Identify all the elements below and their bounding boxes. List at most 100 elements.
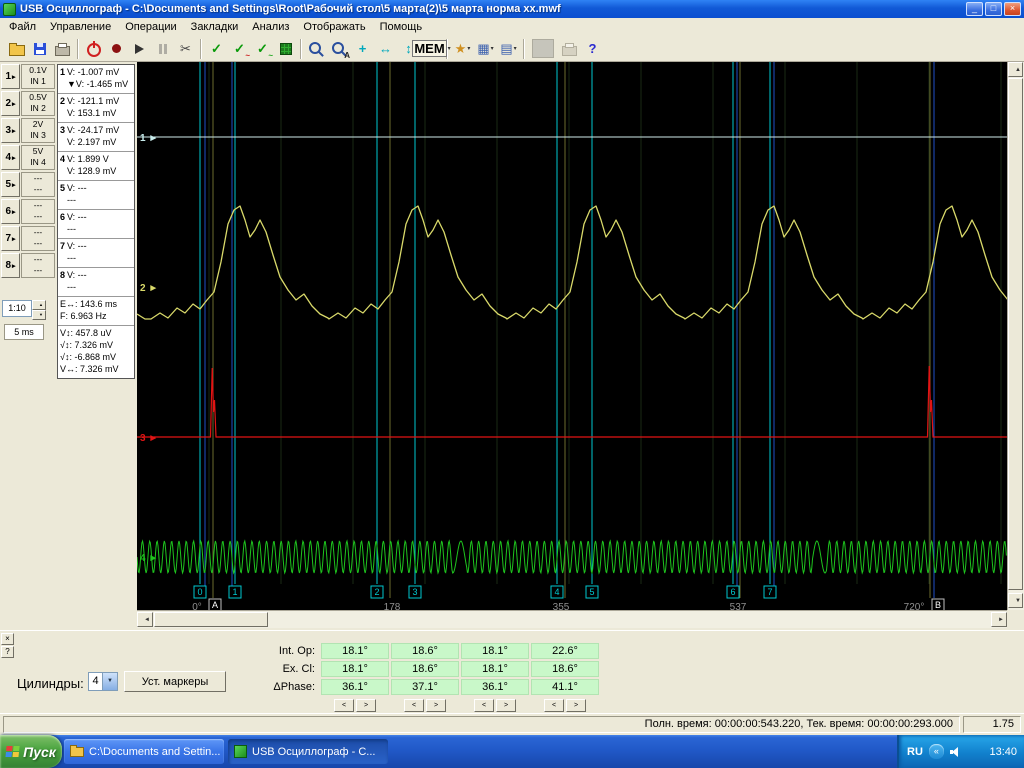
channel-number: 2	[5, 98, 11, 109]
scale-spinner[interactable]: 1:10 ▲ ▼	[2, 300, 44, 317]
menu-bookmarks[interactable]: Закладки	[184, 19, 246, 35]
marker-cross-button[interactable]: +	[351, 38, 374, 60]
channel-zero-marker-1[interactable]: 1 ►	[140, 133, 158, 144]
panel-help-button[interactable]: ?	[1, 646, 14, 658]
timebase-value[interactable]: 5 ms	[4, 324, 44, 340]
marker-horizontal-button[interactable]: ↔	[374, 38, 397, 60]
channel-5-button[interactable]: 5▸	[1, 172, 20, 197]
channel-zero-marker-3[interactable]: 3 ►	[140, 433, 158, 444]
cylinders-label: Цилиндры:	[17, 676, 84, 691]
taskbar-button-oscilloscope-window[interactable]: USB Осциллограф - C...	[228, 739, 388, 764]
scale-spin-arrows: ▲ ▼	[32, 300, 44, 317]
cylinders-select[interactable]: 4 ▼	[88, 672, 118, 691]
power-button[interactable]	[82, 38, 105, 60]
language-indicator[interactable]: RU	[907, 746, 923, 758]
channel-3-range[interactable]: 2VIN 3	[21, 118, 55, 143]
report-star-dropdown-arrow[interactable]: ▾	[467, 45, 470, 52]
chart-green-button[interactable]	[274, 38, 297, 60]
nav-prev-button-1[interactable]: <	[334, 699, 354, 712]
period-frequency-measure: E↔: 143.6 msF: 6.963 Hz	[58, 297, 134, 326]
nav-prev-button-4[interactable]: <	[544, 699, 564, 712]
channel-7-button[interactable]: 7▸	[1, 226, 20, 251]
start-button[interactable]: Пуск	[0, 735, 62, 768]
open-button[interactable]	[5, 38, 28, 60]
oscilloscope-plot[interactable]: 01234567AB0°178355537720°1 ►2 ►3 ►4 ►	[137, 62, 1007, 610]
scroll-left-icon[interactable]: ◄	[137, 612, 153, 627]
channel-row-5: 5▸------	[1, 172, 57, 199]
channel-2-button[interactable]: 2▸	[1, 91, 20, 116]
save-button[interactable]	[28, 38, 51, 60]
verify-wave-button[interactable]: ✓~	[251, 38, 274, 60]
horizontal-scroll-thumb[interactable]	[154, 612, 268, 627]
channel-4-button[interactable]: 4▸	[1, 145, 20, 170]
verify-signal-button[interactable]: ✓~	[228, 38, 251, 60]
channel-zero-marker-2[interactable]: 2 ►	[140, 283, 158, 294]
channel-8-range[interactable]: ------	[21, 253, 55, 278]
minimize-button[interactable]: _	[966, 2, 983, 16]
cut-button[interactable]: ✂	[174, 38, 197, 60]
menu-help[interactable]: Помощь	[373, 19, 430, 35]
vertical-scrollbar[interactable]: ▲ ▼	[1007, 62, 1024, 610]
scale-value[interactable]: 1:10	[2, 300, 32, 317]
scroll-down-icon[interactable]: ▼	[1008, 593, 1023, 608]
nav-prev-button-3[interactable]: <	[474, 699, 494, 712]
scroll-up-icon[interactable]: ▲	[1008, 62, 1023, 77]
measure-value1: V: 1.899 V	[67, 154, 109, 164]
channel-3-button[interactable]: 3▸	[1, 118, 20, 143]
report-star-button[interactable]: ★▾	[451, 38, 474, 60]
panel-close-button[interactable]: ×	[1, 633, 14, 645]
menu-display[interactable]: Отображать	[296, 19, 372, 35]
channel-1-range[interactable]: 0.1VIN 1	[21, 64, 55, 89]
zoom-button[interactable]	[305, 38, 328, 60]
taskbar-button-explorer-window[interactable]: C:\Documents and Settin...	[64, 739, 224, 764]
print-button[interactable]	[51, 38, 74, 60]
record-button[interactable]	[105, 38, 128, 60]
set-markers-button[interactable]: Уст. маркеры	[124, 671, 226, 692]
menu-analysis[interactable]: Анализ	[245, 19, 296, 35]
memory-button[interactable]: MEM▾	[420, 38, 443, 60]
zoom-text-button[interactable]: A	[328, 38, 351, 60]
nav-prev-button-2[interactable]: <	[404, 699, 424, 712]
measure-channel-number: 8	[60, 270, 65, 280]
menu-control[interactable]: Управление	[43, 19, 118, 35]
tray-chevron-button[interactable]: «	[929, 744, 944, 759]
horizontal-scrollbar[interactable]: ◄ ►	[137, 610, 1007, 628]
verify-button[interactable]: ✓	[205, 38, 228, 60]
oscilloscope-canvas[interactable]: 01234567AB0°178355537720°1 ►2 ►3 ►4 ►	[137, 62, 1007, 610]
channel-arrow-icon: ▸	[12, 127, 16, 135]
maximize-button[interactable]: □	[985, 2, 1002, 16]
help-button[interactable]: ?	[581, 38, 604, 60]
channel-2-range[interactable]: 0.5VIN 2	[21, 91, 55, 116]
volume-icon[interactable]	[950, 747, 961, 757]
view-table-button[interactable]: ▤▾	[497, 38, 520, 60]
phase-analysis-panel: × ? Цилиндры: 4 ▼ Уст. маркеры Int. Op:1…	[0, 630, 1024, 714]
nav-next-button-3[interactable]: >	[496, 699, 516, 712]
measure-line2: V: 128.9 mV	[60, 165, 132, 177]
spin-up-icon[interactable]: ▲	[32, 300, 46, 310]
nav-next-button-4[interactable]: >	[566, 699, 586, 712]
dropdown-arrow-icon[interactable]: ▼	[102, 673, 117, 690]
channel-1-button[interactable]: 1▸	[1, 64, 20, 89]
menu-file[interactable]: Файл	[2, 19, 43, 35]
channel-8-button[interactable]: 8▸	[1, 253, 20, 278]
menu-operations[interactable]: Операции	[118, 19, 183, 35]
nav-next-button-2[interactable]: >	[426, 699, 446, 712]
channel-6-button[interactable]: 6▸	[1, 199, 20, 224]
status-zoom-value: 1.75	[963, 716, 1021, 733]
nav-next-button-1[interactable]: >	[356, 699, 376, 712]
play-button[interactable]	[128, 38, 151, 60]
measure-line1: 5V: ---	[60, 182, 132, 194]
channel-4-range[interactable]: 5VIN 4	[21, 145, 55, 170]
channel-zero-marker-4[interactable]: 4 ►	[140, 553, 158, 564]
channel-6-range[interactable]: ------	[21, 199, 55, 224]
spin-down-icon[interactable]: ▼	[32, 310, 46, 320]
close-button[interactable]: ×	[1004, 2, 1021, 16]
view-grid-dropdown-arrow[interactable]: ▾	[491, 45, 494, 52]
view-grid-button[interactable]: ▦▾	[474, 38, 497, 60]
vertical-scroll-thumb[interactable]	[1008, 78, 1023, 590]
channel-5-range[interactable]: ------	[21, 172, 55, 197]
channel-7-range[interactable]: ------	[21, 226, 55, 251]
measure-line2: V: 2.197 mV	[60, 136, 132, 148]
scroll-right-icon[interactable]: ►	[991, 612, 1007, 627]
view-table-dropdown-arrow[interactable]: ▾	[514, 45, 517, 52]
